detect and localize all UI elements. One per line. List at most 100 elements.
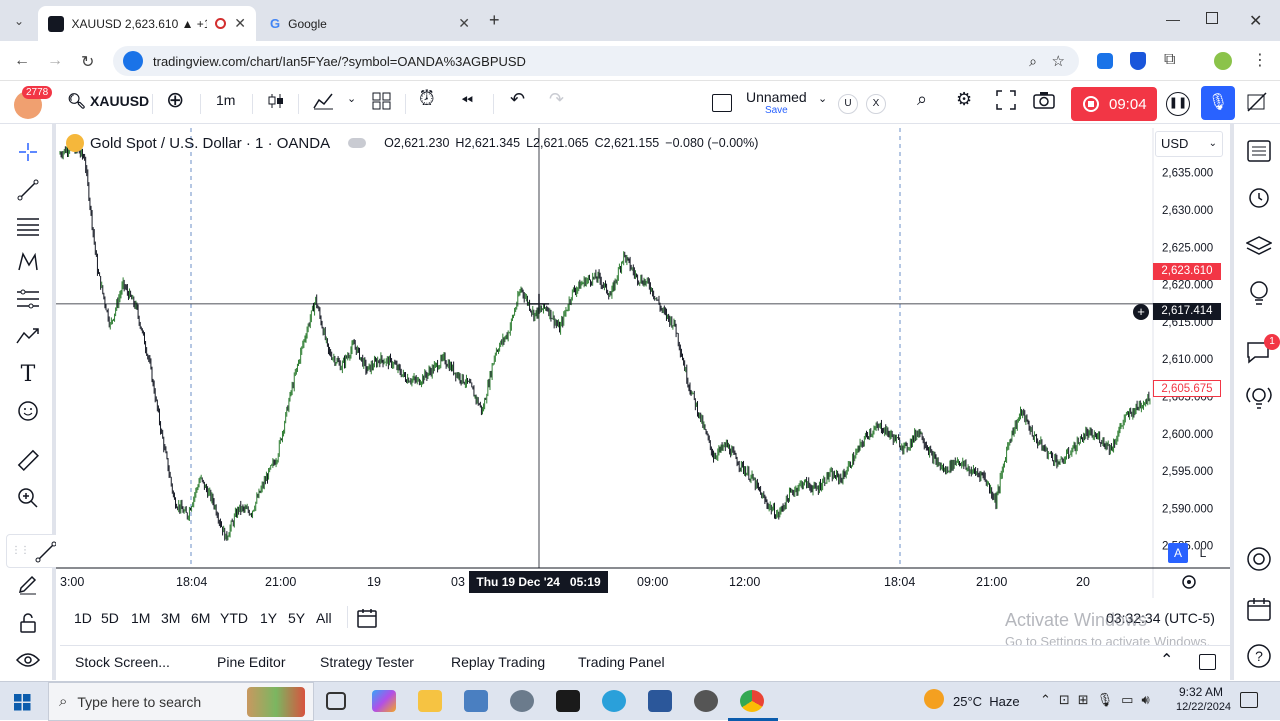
ruler-icon[interactable]: [14, 446, 42, 474]
replay-icon[interactable]: ⏪︎: [461, 92, 473, 109]
watchlist-icon[interactable]: [1244, 136, 1274, 166]
url-input[interactable]: tradingview.com/chart/Ian5FYae/?symbol=O…: [113, 46, 1079, 76]
minimize-icon[interactable]: —: [1166, 11, 1180, 27]
settings-icon[interactable]: ⚙︎: [956, 89, 972, 110]
horizontal-lines-icon[interactable]: [14, 212, 42, 240]
time-axis-settings-icon[interactable]: [1181, 574, 1197, 590]
add-alert-plus-icon[interactable]: +: [1133, 304, 1149, 320]
microphone-icon[interactable]: 🎙︎: [1201, 86, 1235, 120]
x-button[interactable]: X: [866, 94, 886, 114]
zoom-in-icon[interactable]: [14, 484, 42, 512]
tab-search-chevron-icon[interactable]: ⌄: [8, 10, 30, 32]
reload-icon[interactable]: ↻: [81, 52, 94, 72]
drag-handle-icon[interactable]: ⋮⋮: [11, 545, 30, 556]
crosshair-cursor-icon[interactable]: [14, 138, 42, 166]
symbol-search-button[interactable]: 🔍︎ XAUUSD: [67, 92, 149, 110]
maximize-icon[interactable]: [1206, 12, 1218, 24]
auto-scale-button[interactable]: A: [1168, 543, 1188, 563]
forward-icon[interactable]: →: [47, 52, 63, 70]
tab-strategy-tester[interactable]: Strategy Tester: [320, 654, 414, 670]
fib-tool-icon[interactable]: [14, 285, 42, 313]
line-tool-icon[interactable]: [35, 541, 57, 563]
object-tree-layers-icon[interactable]: [1244, 231, 1274, 261]
range-5d[interactable]: 5D: [101, 610, 119, 626]
help-icon[interactable]: ?: [1244, 641, 1274, 671]
legend-title[interactable]: Gold Spot / U.S. Dollar · 1 · OANDA: [90, 135, 330, 152]
site-info-icon[interactable]: [123, 51, 143, 71]
browser-menu-icon[interactable]: ⋮: [1252, 50, 1268, 70]
range-1m[interactable]: 1M: [131, 610, 150, 626]
ideas-lightbulb-icon[interactable]: [1244, 278, 1274, 308]
data-window-icon[interactable]: [1244, 544, 1274, 574]
range-3m[interactable]: 3M: [161, 610, 180, 626]
hide-drawings-eye-icon[interactable]: [14, 646, 42, 674]
extension-icon[interactable]: [1097, 53, 1113, 69]
indicators-icon[interactable]: [313, 92, 335, 110]
shield-extension-icon[interactable]: [1130, 52, 1146, 70]
pause-icon[interactable]: ❚❚: [1166, 92, 1190, 116]
close-tab-icon[interactable]: ✕: [234, 15, 246, 32]
layout-name-button[interactable]: Unnamed Save: [746, 90, 807, 116]
tab-stock-screener[interactable]: Stock Screen...: [75, 654, 170, 670]
windows-start-icon[interactable]: [14, 694, 31, 711]
prediction-tool-icon[interactable]: [14, 322, 42, 350]
range-all[interactable]: All: [316, 610, 332, 626]
quick-search-icon[interactable]: ⌕: [917, 89, 927, 110]
recording-timer-button[interactable]: 09:04: [1071, 87, 1157, 121]
go-to-date-calendar-icon[interactable]: [357, 608, 379, 628]
app-window-icon[interactable]: [464, 690, 488, 712]
compare-symbol-icon[interactable]: ⊕: [166, 87, 184, 113]
back-icon[interactable]: ←: [14, 52, 30, 70]
close-tab-icon[interactable]: ✕: [458, 15, 470, 32]
obs-icon[interactable]: [694, 690, 718, 712]
tab-pine-editor[interactable]: Pine Editor: [217, 654, 285, 670]
trend-line-icon[interactable]: [14, 176, 42, 204]
candles-type-icon[interactable]: [267, 92, 285, 110]
ic-markets-icon[interactable]: [556, 690, 580, 712]
price-chart[interactable]: 2,640.0002,635.0002,630.0002,625.0002,62…: [56, 128, 1230, 598]
log-scale-button[interactable]: L: [1193, 543, 1213, 563]
network-app-icon[interactable]: [648, 690, 672, 712]
annotate-pen-icon[interactable]: [1246, 91, 1268, 113]
weather-text[interactable]: 25°C Haze: [953, 694, 1020, 709]
layouts-grid-icon[interactable]: [372, 92, 392, 110]
taskbar-search-input[interactable]: ⌕ Type here to search: [48, 682, 314, 721]
tab-replay-trading[interactable]: Replay Trading: [451, 654, 545, 670]
chrome-icon[interactable]: [740, 690, 764, 712]
range-ytd[interactable]: YTD: [220, 610, 248, 626]
range-5y[interactable]: 5Y: [288, 610, 305, 626]
tab-trading-panel[interactable]: Trading Panel: [578, 654, 665, 670]
bookmark-star-icon[interactable]: ☆: [1052, 52, 1065, 70]
tab-google[interactable]: G Google ✕: [260, 6, 480, 41]
u-button[interactable]: U: [838, 94, 858, 114]
layout-dropdown-icon[interactable]: ⌄: [818, 92, 827, 105]
new-tab-button[interactable]: +: [489, 10, 500, 31]
brush-tool-icon[interactable]: [14, 570, 42, 598]
chart-area[interactable]: 2,640.0002,635.0002,630.0002,625.0002,62…: [56, 128, 1230, 598]
pattern-tool-icon[interactable]: [14, 248, 42, 276]
range-1d[interactable]: 1D: [74, 610, 92, 626]
range-6m[interactable]: 6M: [191, 610, 210, 626]
undo-icon[interactable]: ↶: [510, 89, 525, 110]
snapshot-camera-icon[interactable]: [1033, 91, 1055, 109]
taskbar-clock[interactable]: 9:32 AM 12/22/2024: [1176, 685, 1231, 715]
weather-icon[interactable]: [924, 689, 944, 709]
system-tray-icons[interactable]: ⌃⊡⊞🎙︎▭🔊︎: [1040, 692, 1158, 708]
maximize-panel-icon[interactable]: [1199, 654, 1216, 670]
indicators-dropdown-icon[interactable]: ⌄: [347, 92, 356, 105]
range-1y[interactable]: 1Y: [260, 610, 277, 626]
extensions-puzzle-icon[interactable]: ⧉: [1164, 51, 1175, 69]
zoom-icon[interactable]: ⌕: [1029, 53, 1037, 70]
task-view-icon[interactable]: [326, 692, 346, 710]
interval-button[interactable]: 1m: [216, 92, 235, 108]
telegram-icon[interactable]: [602, 690, 626, 712]
app-icon[interactable]: [510, 690, 534, 712]
redo-icon[interactable]: ↷: [549, 89, 564, 110]
close-window-icon[interactable]: ✕: [1249, 11, 1262, 31]
alert-clock-icon[interactable]: ⏰︎: [419, 88, 435, 111]
tab-xauusd[interactable]: XAUUSD 2,623.610 ▲ +1.1 ✕: [38, 6, 256, 41]
fullscreen-icon[interactable]: [996, 90, 1016, 110]
legend-collapse-icon[interactable]: [348, 138, 367, 148]
text-tool-icon[interactable]: T: [14, 360, 42, 388]
copilot-icon[interactable]: [372, 690, 396, 712]
